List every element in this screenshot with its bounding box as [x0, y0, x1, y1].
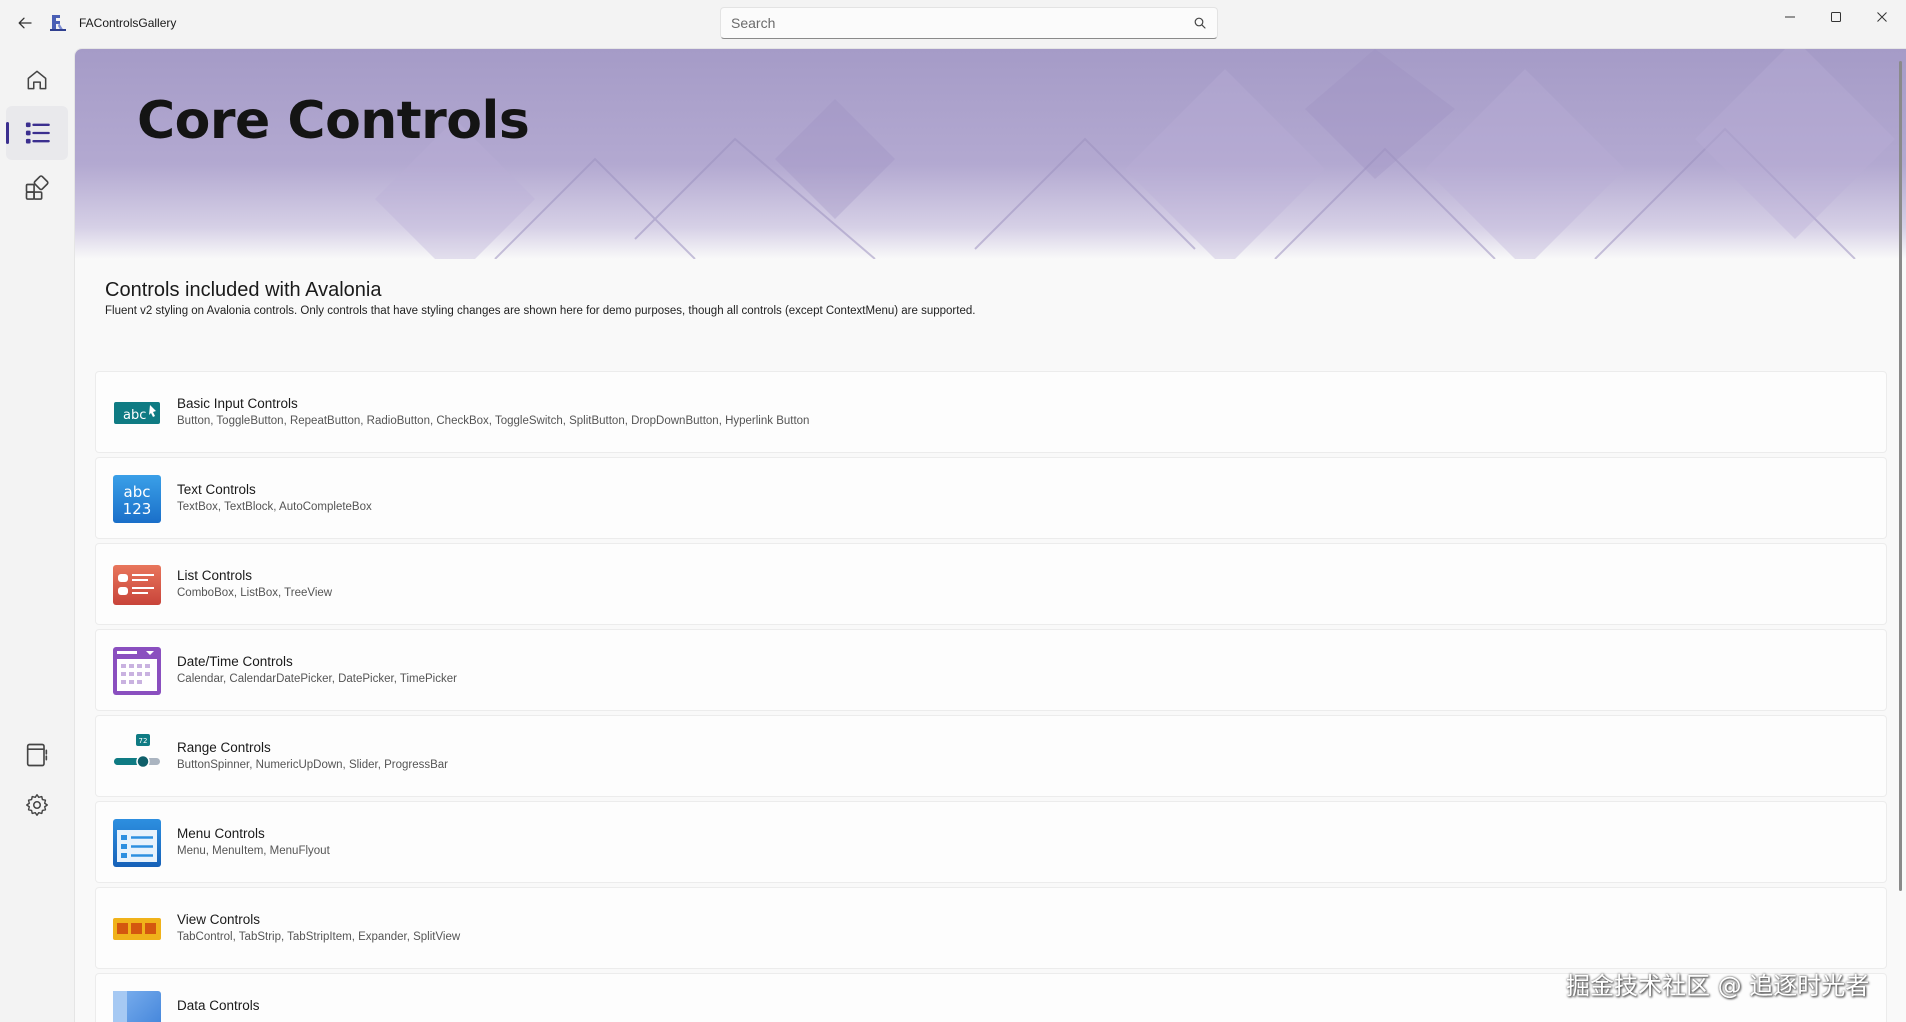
category-title: Data Controls [177, 998, 260, 1013]
category-subtitle: TabControl, TabStrip, TabStripItem, Expa… [177, 931, 461, 943]
category-title: Text Controls [177, 482, 256, 497]
close-icon [1877, 12, 1887, 22]
vertical-scrollbar[interactable] [1899, 61, 1902, 891]
category-subtitle: Button, ToggleButton, RepeatButton, Radi… [177, 415, 810, 427]
category-subtitle: ButtonSpinner, NumericUpDown, Slider, Pr… [177, 759, 449, 771]
nav-item-resources[interactable] [6, 728, 68, 782]
nav-item-settings[interactable] [6, 778, 68, 832]
minimize-icon [1785, 16, 1795, 18]
page-title: Core Controls [137, 91, 530, 151]
data-controls-icon [113, 991, 161, 1022]
nav-item-home[interactable] [6, 53, 68, 107]
svg-text:123: 123 [123, 500, 152, 518]
text-controls-icon: abc 123 [113, 475, 161, 523]
basic-input-icon-text: abc [123, 408, 146, 423]
maximize-button[interactable] [1816, 4, 1856, 30]
hero-banner: Core Controls [75, 49, 1906, 259]
close-button[interactable] [1862, 4, 1902, 30]
home-icon [27, 70, 47, 90]
category-card-view[interactable]: View Controls TabControl, TabStrip, TabS… [95, 887, 1887, 969]
category-card-menu[interactable]: Menu Controls Menu, MenuItem, MenuFlyout [95, 801, 1887, 883]
range-controls-icon: 72 [114, 734, 160, 769]
category-subtitle: ComboBox, ListBox, TreeView [177, 587, 333, 599]
nav-item-fa-controls[interactable] [6, 161, 68, 215]
document-icon [26, 743, 48, 767]
category-title: List Controls [177, 568, 253, 583]
category-subtitle: TextBox, TextBlock, AutoCompleteBox [177, 501, 372, 513]
watermark-text: 掘金技术社区 @ 追逐时光者 [1566, 972, 1870, 1000]
category-title: Date/Time Controls [177, 654, 293, 669]
maximize-icon [1831, 12, 1841, 22]
hero-pattern [375, 49, 1895, 259]
back-arrow-icon [18, 17, 32, 29]
basic-input-icon: abc [114, 402, 160, 424]
search-input[interactable] [721, 8, 1181, 38]
view-controls-icon [113, 918, 161, 940]
category-card-text[interactable]: abc 123 Text Controls TextBox, TextBlock… [95, 457, 1887, 539]
category-subtitle: Calendar, CalendarDatePicker, DatePicker… [177, 673, 457, 685]
category-title: View Controls [177, 912, 261, 927]
category-title: Range Controls [177, 740, 271, 755]
section-description: Fluent v2 styling on Avalonia controls. … [105, 305, 976, 317]
app-title: FAControlsGallery [79, 16, 177, 30]
title-bar: FAControlsGallery [0, 0, 1906, 48]
calendar-icon [113, 647, 161, 695]
category-title: Menu Controls [177, 826, 265, 841]
minimize-button[interactable] [1770, 4, 1810, 30]
content-area: Core Controls Controls included with Ava… [74, 48, 1906, 1022]
nav-rail [0, 48, 74, 1022]
nav-item-core-controls[interactable] [6, 106, 68, 160]
list-controls-icon [113, 565, 161, 605]
category-card-basic-input[interactable]: abc Basic Input Controls Button, ToggleB… [95, 371, 1887, 453]
search-box[interactable] [720, 7, 1218, 39]
category-title: Basic Input Controls [177, 396, 298, 411]
app-logo-icon [50, 15, 66, 31]
svg-text:abc: abc [124, 483, 151, 501]
category-card-range[interactable]: 72 Range Controls ButtonSpinner, Numeric… [95, 715, 1887, 797]
category-card-list[interactable]: List Controls ComboBox, ListBox, TreeVie… [95, 543, 1887, 625]
search-icon[interactable] [1193, 16, 1207, 30]
section-title: Controls included with Avalonia [105, 279, 382, 301]
selection-indicator [6, 122, 9, 144]
menu-controls-icon [113, 819, 161, 867]
category-subtitle: Menu, MenuItem, MenuFlyout [177, 845, 330, 857]
gear-icon [26, 794, 48, 816]
back-button[interactable] [12, 10, 38, 36]
list-icon [25, 122, 50, 144]
add-apps-icon [25, 175, 49, 200]
category-card-datetime[interactable]: Date/Time Controls Calendar, CalendarDat… [95, 629, 1887, 711]
range-icon-text: 72 [139, 737, 148, 745]
